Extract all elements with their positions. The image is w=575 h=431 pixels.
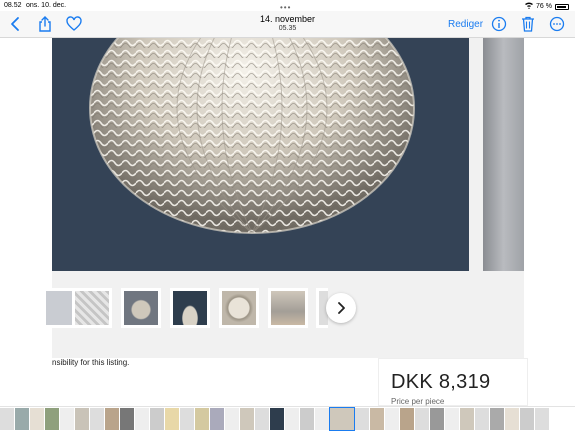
filmstrip-item[interactable] (150, 408, 164, 430)
filmstrip-item-selected[interactable] (329, 407, 355, 431)
thumbnail-3[interactable] (121, 288, 161, 328)
thumbnail-2[interactable] (72, 288, 112, 328)
battery-icon (555, 3, 569, 10)
thumbnail-4[interactable] (170, 288, 210, 328)
filmstrip-item[interactable] (535, 408, 549, 430)
filmstrip-item[interactable] (520, 408, 534, 430)
price-caption: Price per piece (391, 397, 445, 406)
photo-filmstrip[interactable] (0, 406, 575, 431)
filmstrip-item[interactable] (270, 408, 284, 430)
lamp-thumb-2 (75, 291, 109, 325)
filmstrip-item[interactable] (195, 408, 209, 430)
filmstrip-item[interactable] (0, 408, 14, 430)
filmstrip-item[interactable] (370, 408, 384, 430)
filmstrip-item[interactable] (165, 408, 179, 430)
filmstrip-item[interactable] (135, 408, 149, 430)
filmstrip-item[interactable] (210, 408, 224, 430)
photo-time: 05.35 (278, 25, 297, 32)
filmstrip-item[interactable] (505, 408, 519, 430)
filmstrip-item[interactable] (460, 408, 474, 430)
filmstrip-item[interactable] (105, 408, 119, 430)
photo-date: 14. november (259, 14, 316, 24)
filmstrip-item[interactable] (475, 408, 489, 430)
filmstrip-item[interactable] (75, 408, 89, 430)
filmstrip-item[interactable] (415, 408, 429, 430)
lamp-thumb-6 (271, 291, 305, 325)
next-photo-preview[interactable] (483, 38, 524, 271)
filmstrip-item[interactable] (315, 408, 329, 430)
wifi-icon (525, 2, 534, 11)
filmstrip-item[interactable] (60, 408, 74, 430)
thumbnail-6[interactable] (268, 288, 308, 328)
trash-icon[interactable] (520, 16, 536, 32)
photo-viewer[interactable]: nsibility for this listing. DKK 8,319 Pr… (0, 38, 575, 406)
filmstrip-item[interactable] (285, 408, 299, 430)
filmstrip-item[interactable] (45, 408, 59, 430)
filmstrip-item[interactable] (300, 408, 314, 430)
filmstrip-item[interactable] (30, 408, 44, 430)
responsibility-text: nsibility for this listing. (52, 358, 130, 367)
status-right: 76 % (525, 2, 569, 11)
main-product-image[interactable] (52, 38, 469, 271)
info-icon[interactable] (491, 16, 507, 32)
filmstrip-item[interactable] (90, 408, 104, 430)
filmstrip-item[interactable] (240, 408, 254, 430)
next-thumbnails-button[interactable] (326, 293, 356, 323)
status-date: ons. 10. dec. (26, 2, 67, 9)
status-time: 08.52 (4, 2, 22, 9)
filmstrip-item[interactable] (255, 408, 269, 430)
filmstrip-item[interactable] (120, 408, 134, 430)
lamp-thumb-4 (173, 291, 207, 325)
battery-text: 76 % (536, 3, 552, 10)
lamp-thumb-3 (124, 291, 158, 325)
edit-button[interactable]: Rediger (448, 19, 483, 30)
chevron-right-icon (338, 302, 345, 314)
filmstrip-item[interactable] (400, 408, 414, 430)
photo-title: 14. november 05.35 (0, 14, 575, 32)
photo-toolbar: 14. november 05.35 Rediger (0, 11, 575, 38)
price-value: DKK 8,319 (391, 371, 491, 393)
filmstrip-item[interactable] (355, 408, 369, 430)
filmstrip-item[interactable] (445, 408, 459, 430)
filmstrip-item[interactable] (15, 408, 29, 430)
filmstrip-item[interactable] (225, 408, 239, 430)
filmstrip-item[interactable] (180, 408, 194, 430)
lamp-thumb-5 (222, 291, 256, 325)
filmstrip-item[interactable] (490, 408, 504, 430)
thumbnail-5[interactable] (219, 288, 259, 328)
status-bar: 08.52 ons. 10. dec. ••• 76 % (0, 0, 575, 12)
filmstrip-item[interactable] (385, 408, 399, 430)
filmstrip-item[interactable] (430, 408, 444, 430)
more-options-icon[interactable] (549, 16, 565, 32)
